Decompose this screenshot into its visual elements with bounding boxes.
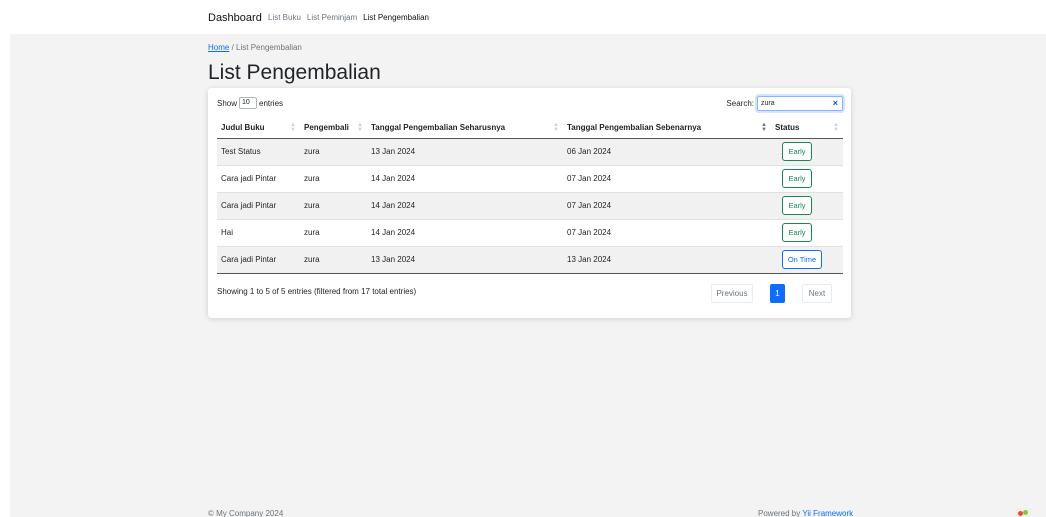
column-header-tanggal-seharusnya[interactable]: Tanggal Pengembalian Seharusnya ▲ ▼ [367, 118, 563, 139]
cell-tanggal-seharusnya: 14 Jan 2024 [367, 192, 563, 220]
status-badge-on-time[interactable]: On Time [782, 250, 822, 269]
cell-tanggal-seharusnya: 13 Jan 2024 [367, 138, 563, 166]
cell-tanggal-seharusnya: 14 Jan 2024 [367, 165, 563, 193]
cell-judul-buku: Cara jadi Pintar [217, 165, 300, 193]
pagination: Previous 1 Next [711, 284, 832, 303]
table-row: Cara jadi Pintar zura 14 Jan 2024 07 Jan… [217, 192, 843, 220]
cell-status: Early [771, 165, 843, 193]
footer: © My Company 2024 Powered by Yii Framewo… [10, 507, 1046, 517]
table-row: Cara jadi Pintar zura 13 Jan 2024 13 Jan… [217, 246, 843, 274]
nav-links: List Buku List Peminjam List Pengembalia… [268, 13, 429, 22]
search-label: Search: [726, 99, 754, 108]
column-header-tanggal-sebenarnya[interactable]: Tanggal Pengembalian Sebenarnya ▲ ▼ [563, 118, 771, 139]
table-info: Showing 1 to 5 of 5 entries (filtered fr… [217, 287, 417, 296]
cell-pengembali: zura [300, 219, 367, 247]
column-header-judul-buku[interactable]: Judul Buku ▲ ▼ [217, 118, 300, 139]
sort-icon: ▲ ▼ [553, 122, 559, 133]
status-badge-early[interactable]: Early [782, 169, 812, 188]
page-title: List Pengembalian [208, 61, 381, 84]
footer-powered-by: Powered by Yii Framework [758, 509, 853, 517]
cell-pengembali: zura [300, 165, 367, 193]
search-control: Search: zura × [726, 96, 843, 111]
table-row: Hai zura 14 Jan 2024 07 Jan 2024 Early [217, 219, 843, 247]
cell-tanggal-seharusnya: 13 Jan 2024 [367, 246, 563, 274]
brand-link[interactable]: Dashboard [208, 12, 262, 24]
yii-framework-link[interactable]: Yii Framework [802, 509, 853, 517]
cell-judul-buku: Hai [217, 219, 300, 247]
sort-asc-icon: ▲ ▼ [761, 122, 767, 133]
cell-status: Early [771, 138, 843, 166]
next-button[interactable]: Next [802, 284, 832, 303]
cell-judul-buku: Test Status [217, 138, 300, 166]
breadcrumb: Home / List Pengembalian [208, 43, 302, 52]
cell-status: On Time [771, 246, 843, 274]
previous-button[interactable]: Previous [711, 284, 753, 303]
nav-link-list-peminjam[interactable]: List Peminjam [307, 13, 357, 22]
status-badge-early[interactable]: Early [782, 223, 812, 242]
status-badge-early[interactable]: Early [782, 196, 812, 215]
table-header-row: Judul Buku ▲ ▼ Pengembali ▲ ▼ Tanggal Pengem… [217, 118, 843, 139]
search-input-value: zura [761, 100, 775, 107]
cell-tanggal-sebenarnya: 13 Jan 2024 [563, 246, 771, 274]
navbar: Dashboard List Buku List Peminjam List P… [0, 0, 1046, 34]
cell-tanggal-sebenarnya: 07 Jan 2024 [563, 192, 771, 220]
column-header-pengembali[interactable]: Pengembali ▲ ▼ [300, 118, 367, 139]
search-input[interactable]: zura × [757, 96, 843, 111]
table-row: Cara jadi Pintar zura 14 Jan 2024 07 Jan… [217, 165, 843, 193]
status-badge-early[interactable]: Early [782, 142, 812, 161]
cell-status: Early [771, 192, 843, 220]
sort-icon: ▲ ▼ [290, 122, 296, 133]
page-button-current[interactable]: 1 [770, 284, 785, 303]
cell-tanggal-seharusnya: 14 Jan 2024 [367, 219, 563, 247]
breadcrumb-separator: / [231, 43, 234, 52]
entries-label: entries [259, 98, 284, 108]
entries-length-control: Show 10 entries [217, 97, 283, 109]
cell-judul-buku: Cara jadi Pintar [217, 246, 300, 274]
sort-icon: ▲ ▼ [833, 122, 839, 133]
breadcrumb-current: List Pengembalian [236, 43, 302, 52]
table-row: Test Status zura 13 Jan 2024 06 Jan 2024… [217, 138, 843, 166]
breadcrumb-home-link[interactable]: Home [208, 43, 229, 52]
entries-select[interactable]: 10 [239, 97, 258, 109]
nav-link-list-buku[interactable]: List Buku [268, 13, 301, 22]
clear-search-icon[interactable]: × [833, 98, 838, 108]
powered-by-text: Powered by [758, 509, 801, 517]
footer-copyright: © My Company 2024 [208, 509, 284, 517]
table-card: Show 10 entries Search: zura × Judul Buk… [208, 88, 851, 318]
cell-pengembali: zura [300, 246, 367, 274]
returns-table: Judul Buku ▲ ▼ Pengembali ▲ ▼ Tanggal Pengem… [217, 118, 843, 274]
column-header-status[interactable]: Status ▲ ▼ [771, 118, 843, 139]
sort-icon: ▲ ▼ [357, 122, 363, 133]
cell-pengembali: zura [300, 138, 367, 166]
cell-status: Early [771, 219, 843, 247]
cell-tanggal-sebenarnya: 06 Jan 2024 [563, 138, 771, 166]
cell-tanggal-sebenarnya: 07 Jan 2024 [563, 165, 771, 193]
cell-pengembali: zura [300, 192, 367, 220]
show-label: Show [217, 98, 238, 108]
yii-debug-toolbar-icon[interactable] [1015, 508, 1031, 517]
cell-tanggal-sebenarnya: 07 Jan 2024 [563, 219, 771, 247]
nav-link-list-pengembalian[interactable]: List Pengembalian [363, 13, 429, 22]
cell-judul-buku: Cara jadi Pintar [217, 192, 300, 220]
